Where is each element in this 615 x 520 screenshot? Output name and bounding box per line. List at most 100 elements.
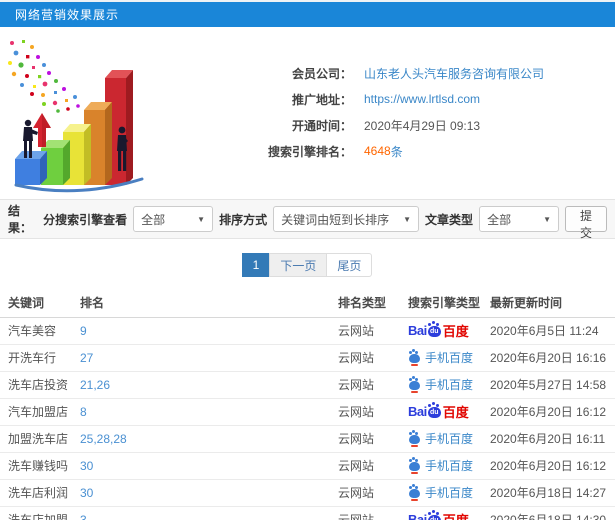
table-row: 洗车赚钱吗 30 云网站 手机百度 2020年6月20日 16:12	[0, 452, 615, 480]
table-header-row: 关键词 排名 排名类型 搜索引擎类型 最新更新时间	[0, 289, 615, 318]
baidu-cn-text: 百度	[442, 324, 469, 339]
mobile-baidu-logo: 手机百度	[408, 349, 473, 366]
company-link[interactable]: 山东老人头汽车服务咨询有限公司	[364, 65, 544, 82]
rank-type-cell: 云网站	[336, 371, 406, 399]
chevron-down-icon: ▼	[543, 214, 551, 224]
page-1-button[interactable]: 1	[241, 253, 271, 277]
submit-button[interactable]: 提交	[564, 206, 607, 240]
last-page-button[interactable]: 尾页	[326, 253, 373, 277]
result-label: 结果：	[8, 204, 33, 235]
page-title: 网络营销效果展示	[15, 8, 120, 22]
rank-type-cell: 云网站	[336, 506, 406, 520]
promo-url-label: 推广地址：	[291, 92, 352, 107]
promo-url-link[interactable]: https://www.lrtlsd.com	[364, 92, 480, 106]
pagination: 1 下一页 尾页	[0, 239, 615, 289]
table-row: 开洗车行 27 云网站 手机百度 2020年6月20日 16:16	[0, 344, 615, 372]
rank-cell: 30	[78, 452, 336, 480]
confetti-dots	[8, 40, 88, 115]
mobile-baidu-label: 手机百度	[425, 351, 474, 365]
baidu-logo: Baidu百度	[408, 321, 469, 340]
rank-type-cell: 云网站	[336, 317, 406, 345]
rank-link[interactable]: 25,28,28	[80, 432, 127, 446]
update-time-cell: 2020年5月27日 14:58	[488, 371, 615, 399]
rank-cell: 9	[78, 317, 336, 345]
engine-filter-label: 分搜索引擎查看	[43, 212, 128, 227]
update-time-cell: 2020年6月20日 16:12	[488, 452, 615, 480]
rank-type-cell: 云网站	[336, 425, 406, 453]
mobile-baidu-paw-icon	[409, 432, 420, 447]
rank-link[interactable]: 8	[80, 405, 87, 419]
sort-filter-label: 排序方式	[219, 212, 268, 227]
rank-link[interactable]: 30	[80, 486, 93, 500]
col-rank: 排名	[78, 289, 336, 318]
rank-link[interactable]: 9	[80, 324, 87, 338]
table-row: 汽车加盟店 8 云网站 Bai du 百度 2020年6月20日 16:12	[0, 398, 615, 426]
keyword-cell: 洗车店加盟	[0, 506, 78, 520]
keyword-cell: 汽车美容	[0, 317, 78, 345]
chevron-down-icon: ▼	[403, 214, 412, 224]
mobile-baidu-label: 手机百度	[425, 486, 474, 500]
filter-controls: 分搜索引擎查看 全部 ▼ 排序方式 关键词由短到长排序 ▼ 文章类型 全部 ▼ …	[43, 206, 607, 240]
engine-cell: Baidu百度	[406, 317, 488, 345]
baidu-bai-text: Bai	[408, 512, 427, 520]
col-keyword: 关键词	[0, 289, 78, 318]
bar-chart-growth-image	[8, 40, 144, 193]
info-row-url: 推广地址： https://www.lrtlsd.com	[152, 86, 615, 112]
page: 网络营销效果展示 会员公司： 山东老人头汽车服务咨询有限公司 推广地址： htt…	[0, 0, 615, 520]
rank-link[interactable]: 30	[80, 459, 93, 473]
update-time-cell: 2020年6月20日 16:11	[488, 425, 615, 453]
engine-rank-label: 搜索引擎排名：	[267, 144, 352, 159]
col-engine-type: 搜索引擎类型	[406, 289, 488, 318]
open-time-value: 2020年4月29日 09:13	[364, 118, 481, 133]
rank-type-cell: 云网站	[336, 344, 406, 372]
update-time-cell: 2020年6月5日 11:24	[488, 317, 615, 345]
rank-link[interactable]: 27	[80, 351, 93, 365]
keyword-cell: 洗车赚钱吗	[0, 452, 78, 480]
sort-filter-select[interactable]: 关键词由短到长排序 ▼	[273, 206, 420, 232]
engine-cell: 手机百度	[406, 371, 488, 399]
table-row: 洗车店投资 21,26 云网站 手机百度 2020年5月27日 14:58	[0, 371, 615, 399]
keyword-cell: 开洗车行	[0, 344, 78, 372]
mobile-baidu-paw-icon	[409, 459, 420, 474]
rank-type-cell: 云网站	[336, 452, 406, 480]
baidu-bai-text: Bai	[408, 323, 427, 338]
engine-filter-select[interactable]: 全部 ▼	[133, 206, 214, 232]
open-time-label: 开通时间：	[291, 118, 352, 133]
engine-cell: 手机百度	[406, 344, 488, 372]
rank-link[interactable]: 21,26	[80, 378, 110, 392]
marketing-bar-chart-clipart	[2, 35, 152, 195]
rank-type-cell: 云网站	[336, 479, 406, 507]
update-time-cell: 2020年6月18日 14:30	[488, 506, 615, 520]
col-rank-type: 排名类型	[336, 289, 406, 318]
baidu-du-text: du	[429, 328, 439, 335]
rank-count-unit: 条	[390, 144, 403, 159]
keyword-cell: 洗车店投资	[0, 371, 78, 399]
article-type-select[interactable]: 全部 ▼	[479, 206, 559, 232]
keyword-rank-table: 关键词 排名 排名类型 搜索引擎类型 最新更新时间 汽车美容 9 云网站 Bai…	[0, 289, 615, 520]
engine-cell: 手机百度	[406, 452, 488, 480]
member-info-list: 会员公司： 山东老人头汽车服务咨询有限公司 推广地址： https://www.…	[152, 27, 615, 199]
baidu-paw-icon: du	[427, 323, 441, 337]
table-row: 洗车店加盟 3 云网站 Baidu百度 2020年6月18日 14:30	[0, 506, 615, 520]
update-time-cell: 2020年6月20日 16:12	[488, 398, 615, 426]
engine-cell: Baidu百度	[406, 398, 488, 426]
table-row: 汽车美容 9 云网站 Bai du 百度 2020年6月5日 11:24	[0, 317, 615, 345]
mobile-baidu-paw-icon	[409, 486, 420, 501]
rank-cell: 25,28,28	[78, 425, 336, 453]
rank-cell: 3	[78, 506, 336, 520]
update-time-cell: 2020年6月20日 16:16	[488, 344, 615, 372]
rank-link[interactable]: 3	[80, 513, 87, 520]
chevron-down-icon: ▼	[197, 214, 206, 224]
mobile-baidu-logo: 手机百度	[408, 457, 473, 474]
mobile-baidu-label: 手机百度	[425, 378, 474, 392]
rank-type-cell: 云网站	[336, 398, 406, 426]
keyword-cell: 加盟洗车店	[0, 425, 78, 453]
mobile-baidu-paw-icon	[409, 378, 420, 393]
mobile-baidu-paw-icon	[409, 351, 420, 366]
engine-filter-value: 全部	[141, 212, 166, 227]
baidu-du-text: du	[429, 409, 439, 416]
rank-count-value: 4648	[364, 144, 391, 158]
next-page-button[interactable]: 下一页	[269, 253, 328, 277]
engine-cell: 手机百度	[406, 479, 488, 507]
rank-cell: 30	[78, 479, 336, 507]
